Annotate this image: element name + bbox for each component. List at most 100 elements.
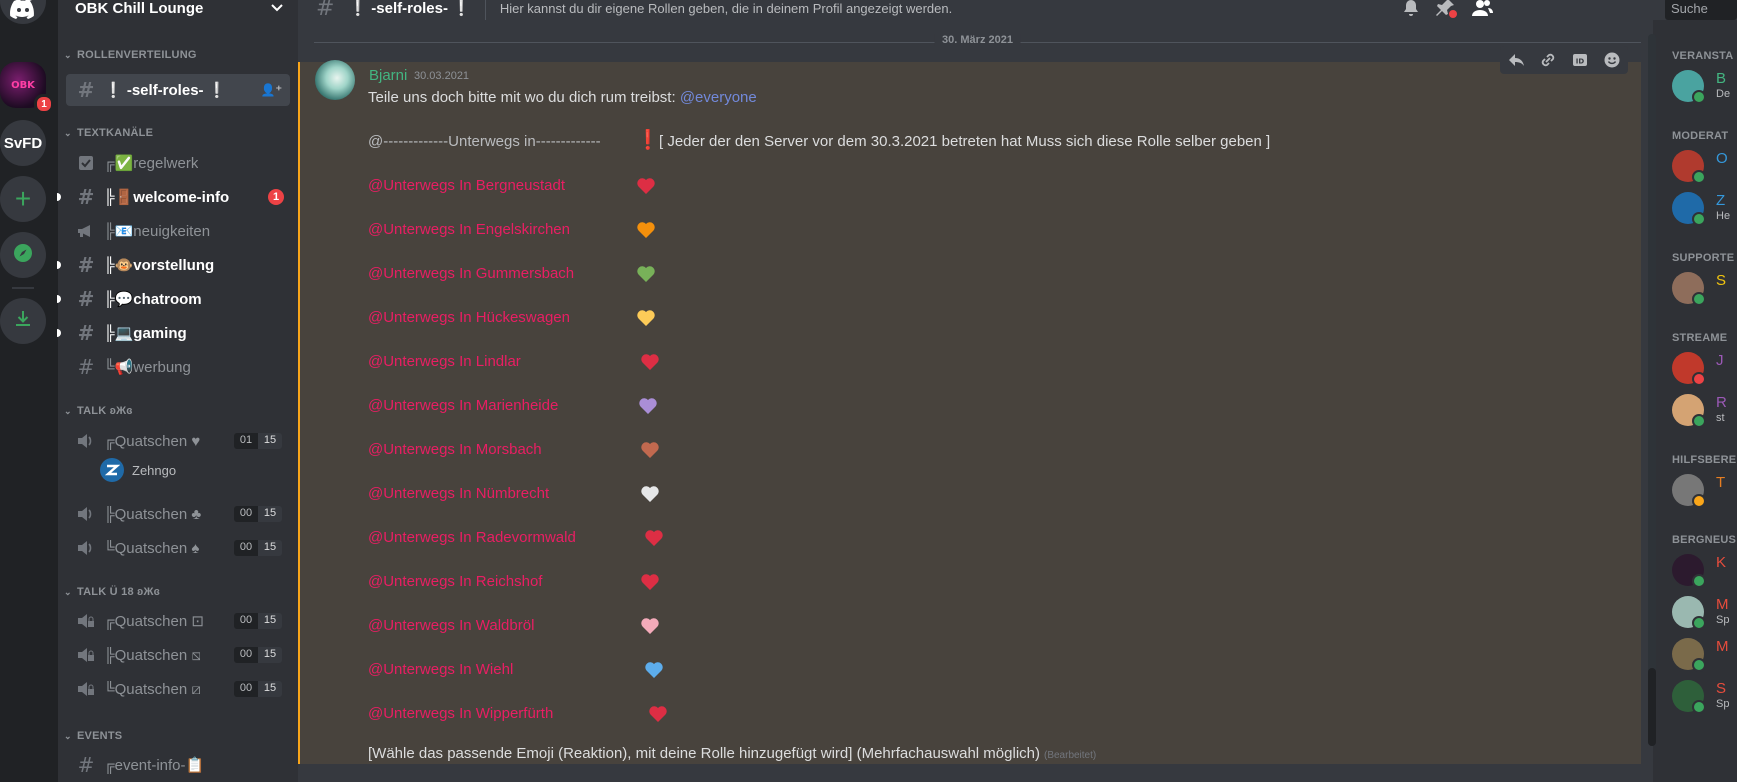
member-name: S xyxy=(1716,272,1727,289)
heart-emoji-icon xyxy=(641,618,659,634)
discord-logo-icon xyxy=(10,0,36,24)
member-item[interactable]: S Sp xyxy=(1672,680,1729,714)
voice-user-limit: 00 15 xyxy=(234,681,282,697)
heart-emoji-icon xyxy=(637,266,655,282)
member-item[interactable]: Rst xyxy=(1672,394,1727,428)
category-rollenverteilung[interactable]: ⌄ ROLLENVERTEILUNG xyxy=(64,49,197,61)
unread-indicator xyxy=(57,329,61,337)
channel-self-roles[interactable]: # ❕ -self-roles- ❕ 👤⁺ xyxy=(66,74,290,106)
role-header-note: [ Jeder der den Server vor dem 30.3.2021… xyxy=(659,133,1271,150)
member-item[interactable]: M Sp xyxy=(1672,596,1729,630)
explore-button[interactable] xyxy=(0,232,46,278)
heart-emoji-icon xyxy=(639,398,657,414)
date-divider: 30. März 2021 xyxy=(314,34,1641,46)
channel-event-info[interactable]: # ╔event-info-📋 xyxy=(66,750,290,780)
member-status-text: st xyxy=(1716,412,1725,424)
member-name: Z xyxy=(1716,192,1726,209)
voice-channel-quatschen-spade[interactable]: ╚Quatschen ♠ 00 15 xyxy=(66,533,290,563)
link-icon[interactable] xyxy=(1536,48,1560,72)
add-server-button[interactable]: + xyxy=(0,176,46,222)
voice-channel-quatschen-heart[interactable]: ╔Quatschen ♥ 01 15 xyxy=(66,426,290,456)
role-mention[interactable]: @Unterwegs In Bergneustadt xyxy=(368,177,565,194)
channel-gaming[interactable]: # ╠💻gaming xyxy=(57,318,290,348)
role-mention[interactable]: @Unterwegs In Radevormwald xyxy=(368,529,576,546)
member-item[interactable]: B De xyxy=(1672,70,1730,104)
hash-icon: # xyxy=(77,355,95,379)
status-indicator xyxy=(1692,372,1706,386)
member-item[interactable]: M xyxy=(1672,638,1729,672)
server-svfd-icon[interactable]: SvFD xyxy=(0,120,46,166)
server-obk-icon[interactable]: OBK 1 xyxy=(0,62,54,114)
role-mention[interactable]: @Unterwegs In Engelskirchen xyxy=(368,221,570,238)
id-icon[interactable]: ID xyxy=(1568,48,1592,72)
member-item[interactable]: S xyxy=(1672,272,1727,306)
avatar[interactable] xyxy=(315,60,355,100)
voice-channel-locked-3[interactable]: ╚Quatschen ⧄ 00 15 xyxy=(66,674,290,704)
unread-indicator xyxy=(57,193,61,201)
member-category: SUPPORTE xyxy=(1672,252,1735,264)
member-name: J xyxy=(1716,352,1724,369)
role-mention[interactable]: @Unterwegs In Hückeswagen xyxy=(368,309,570,326)
channel-vorstellung[interactable]: # ╠🐵vorstellung xyxy=(57,250,290,280)
category-talk[interactable]: ⌄ TALK ʚЖɞ xyxy=(64,405,133,417)
channel-regelwerk[interactable]: ╔✅regelwerk xyxy=(66,148,290,178)
speaker-icon xyxy=(74,506,98,522)
channel-sidebar: OBK Chill Lounge ⌄ ROLLENVERTEILUNG # ❕ -… xyxy=(57,0,359,782)
member-category: VERANSTA xyxy=(1672,50,1734,62)
download-icon xyxy=(13,309,33,334)
avatar xyxy=(1672,638,1706,672)
heart-emoji-icon xyxy=(637,222,655,238)
category-events[interactable]: ⌄ EVENTS xyxy=(64,730,122,742)
voice-channel-locked-2[interactable]: ╠Quatschen ⧅ 00 15 xyxy=(66,640,290,670)
status-indicator xyxy=(1692,292,1706,306)
avatar xyxy=(1672,680,1706,714)
channel-chatroom[interactable]: # ╠💬chatroom xyxy=(57,284,290,314)
message-author[interactable]: Bjarni xyxy=(369,67,407,84)
member-status-text: De xyxy=(1716,88,1731,100)
download-apps-button[interactable] xyxy=(0,298,46,344)
reply-icon[interactable] xyxy=(1504,48,1528,72)
member-item[interactable]: J xyxy=(1672,352,1724,386)
role-mention[interactable]: @Unterwegs In Marienheide xyxy=(368,397,558,414)
role-mention[interactable]: @Unterwegs In Waldbröl xyxy=(368,617,534,634)
voice-channel-locked-1[interactable]: ╔Quatschen ⊡ 00 15 xyxy=(66,606,290,636)
category-talk-ue18[interactable]: ⌄ TALK Ü 18 ʚЖɞ xyxy=(64,586,160,598)
member-category: BERGNEUS xyxy=(1672,534,1737,546)
voice-user-limit: 00 15 xyxy=(234,647,282,663)
member-item[interactable]: K xyxy=(1672,554,1726,588)
speaker-lock-icon xyxy=(74,647,98,663)
channel-werbung[interactable]: # ╚📢werbung xyxy=(66,352,290,382)
member-category: MODERAT xyxy=(1672,130,1729,142)
channel-welcome-info[interactable]: # ╠🚪welcome-info 1 xyxy=(57,182,290,212)
chat-scrollbar-thumb[interactable] xyxy=(1648,668,1656,746)
role-mention[interactable]: @Unterwegs In Morsbach xyxy=(368,441,542,458)
role-mention[interactable]: @Unterwegs In Wiehl xyxy=(368,661,513,678)
voice-user-zehngo[interactable]: Zehngo xyxy=(100,458,176,482)
role-mention[interactable]: @Unterwegs In Reichshof xyxy=(368,573,542,590)
discord-home-button[interactable] xyxy=(0,0,46,24)
avatar xyxy=(1672,474,1706,508)
channel-neuigkeiten[interactable]: ╠📧neuigkeiten xyxy=(66,216,290,246)
rules-checkbox-icon xyxy=(74,155,98,171)
avatar xyxy=(100,458,124,482)
role-mention[interactable]: @Unterwegs In Gummersbach xyxy=(368,265,574,282)
member-item[interactable]: Z He xyxy=(1672,192,1730,226)
svg-text:ID: ID xyxy=(1576,58,1585,66)
add-reaction-icon[interactable] xyxy=(1600,48,1624,72)
role-mention[interactable]: @Unterwegs In Wipperfürth xyxy=(368,705,553,722)
role-mention[interactable]: @Unterwegs In Nümbrecht xyxy=(368,485,549,502)
role-mention[interactable]: @Unterwegs In Lindlar xyxy=(368,353,521,370)
channel-topic[interactable]: Hier kannst du dir eigene Rollen geben, … xyxy=(500,1,952,16)
member-item[interactable]: O xyxy=(1672,150,1728,184)
member-item[interactable]: T xyxy=(1672,474,1725,508)
heart-emoji-icon xyxy=(649,706,667,722)
everyone-mention[interactable]: @everyone xyxy=(680,89,757,106)
heart-emoji-icon xyxy=(637,310,655,326)
guild-header[interactable]: OBK Chill Lounge xyxy=(58,0,298,18)
category-textkanaele[interactable]: ⌄ TEXTKANÄLE xyxy=(64,127,153,139)
voice-channel-quatschen-club[interactable]: ╠Quatschen ♣ 00 15 xyxy=(66,499,290,529)
chat-scrollbar-track[interactable] xyxy=(1648,34,1656,746)
member-name: R xyxy=(1716,394,1727,411)
search-input[interactable]: Suche xyxy=(1665,0,1737,20)
invite-user-icon[interactable]: 👤⁺ xyxy=(261,83,282,97)
